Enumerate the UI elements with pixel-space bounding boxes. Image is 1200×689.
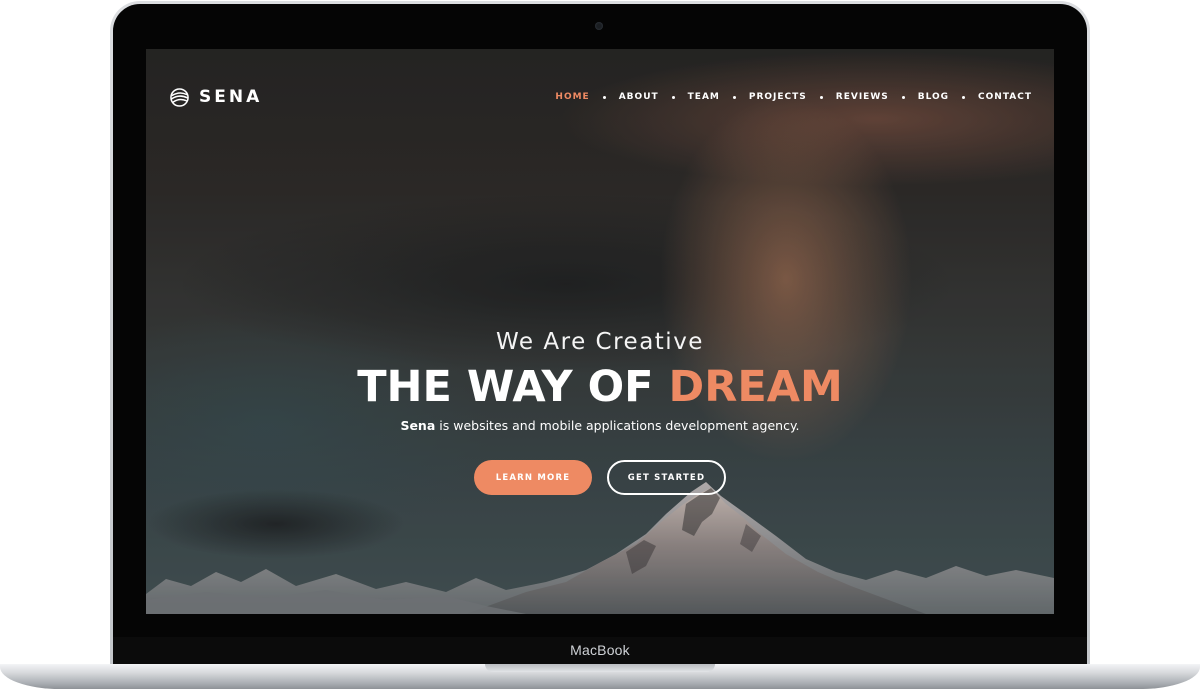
site-logo[interactable]: SENA bbox=[170, 87, 262, 107]
learn-more-button[interactable]: LEARN MORE bbox=[474, 460, 592, 495]
nav-separator bbox=[901, 95, 905, 99]
hero-title-accent: DREAM bbox=[668, 362, 843, 412]
hero-subtitle-brand: Sena bbox=[400, 418, 436, 433]
hero-title: THE WAY OF DREAM bbox=[146, 363, 1054, 411]
nav-home[interactable]: HOME bbox=[555, 92, 589, 102]
get-started-button[interactable]: GET STARTED bbox=[607, 460, 726, 495]
hero-kicker: We Are Creative bbox=[496, 329, 704, 355]
nav-blog[interactable]: BLOG bbox=[918, 92, 949, 102]
device-brand-label: MacBook bbox=[570, 642, 630, 658]
nav-about[interactable]: ABOUT bbox=[619, 92, 659, 102]
laptop-mockup: SENA HOME ABOUT TEAM PROJECTS REVIEWS BL… bbox=[0, 0, 1200, 689]
nav-separator bbox=[671, 95, 675, 99]
nav-team[interactable]: TEAM bbox=[688, 92, 720, 102]
nav-contact[interactable]: CONTACT bbox=[978, 92, 1032, 102]
globe-logo-icon bbox=[170, 87, 189, 107]
website-screen: SENA HOME ABOUT TEAM PROJECTS REVIEWS BL… bbox=[146, 49, 1054, 614]
laptop-opening-notch bbox=[485, 664, 715, 672]
hero-section: We Are Creative THE WAY OF DREAM Sena is… bbox=[146, 327, 1054, 435]
nav-separator bbox=[732, 95, 736, 99]
nav-separator bbox=[962, 95, 966, 99]
nav-projects[interactable]: PROJECTS bbox=[749, 92, 807, 102]
logo-text: SENA bbox=[199, 87, 263, 107]
nav-reviews[interactable]: REVIEWS bbox=[836, 92, 889, 102]
hero-subtitle: Sena is websites and mobile applications… bbox=[146, 417, 1054, 435]
hero-buttons: LEARN MORE GET STARTED bbox=[146, 460, 1054, 495]
main-navigation: HOME ABOUT TEAM PROJECTS REVIEWS BLOG CO… bbox=[555, 92, 1032, 102]
nav-separator bbox=[819, 95, 823, 99]
camera-icon bbox=[595, 22, 603, 30]
hero-subtitle-text: is websites and mobile applications deve… bbox=[439, 418, 800, 433]
hero-title-main: THE WAY OF bbox=[357, 362, 654, 412]
nav-separator bbox=[602, 95, 606, 99]
